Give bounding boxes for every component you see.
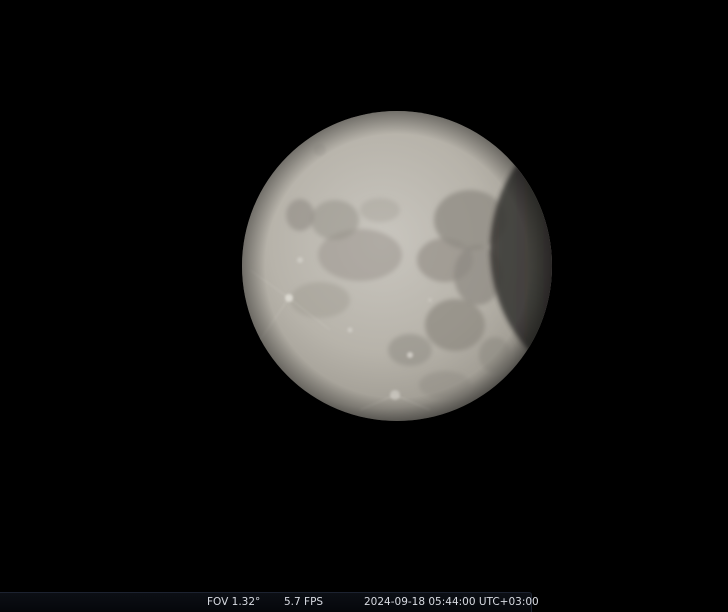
datetime-readout[interactable]: 2024-09-18 05:44:00 UTC+03:00 [364,593,539,612]
fov-readout[interactable]: FOV 1.32° [207,593,260,612]
status-bar: FOV 1.32° 5.7 FPS 2024-09-18 05:44:00 UT… [0,592,539,612]
fps-readout: 5.7 FPS [284,596,324,608]
moon-icon [242,111,552,421]
